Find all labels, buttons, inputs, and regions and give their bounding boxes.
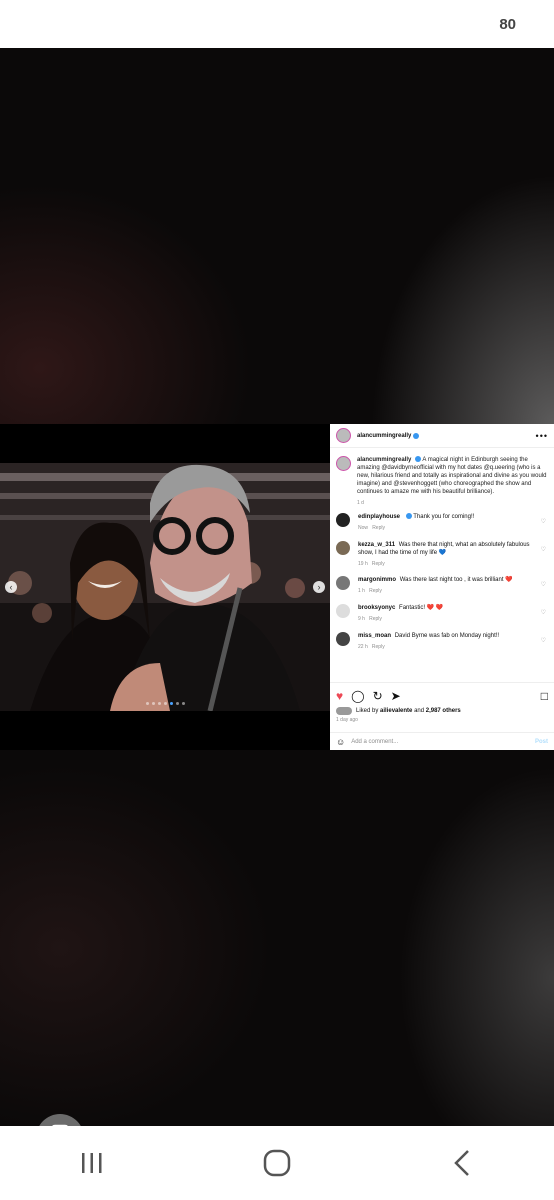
verified-badge-icon <box>413 432 420 439</box>
carousel-dot <box>158 702 161 705</box>
recents-button[interactable] <box>62 1133 122 1193</box>
post-header: alancummingreally ••• <box>330 424 554 448</box>
more-horizontal-icon[interactable]: ••• <box>536 431 548 441</box>
comment-time: 19 h <box>358 561 368 567</box>
comment-time: 22 h <box>358 644 368 650</box>
comment-time: 9 h <box>358 616 365 622</box>
comment-time: 1 h <box>358 588 365 594</box>
heart-icon[interactable]: ♥ <box>336 689 343 703</box>
verified-badge-icon <box>415 456 422 463</box>
post-caption: alancummingreally A magical night in Edi… <box>330 448 554 507</box>
reply-button[interactable]: Reply <box>369 616 382 622</box>
add-comment-input[interactable]: Add a comment... <box>351 739 398 745</box>
carousel-dot <box>176 702 179 705</box>
caption-body: alancummingreally A magical night in Edi… <box>357 456 548 507</box>
comment-username[interactable]: kezza_w_311 <box>358 542 395 548</box>
post-photo[interactable]: ‹ › <box>0 463 330 711</box>
comment-username[interactable]: edinplayhouse <box>358 514 400 520</box>
navigation-bar <box>0 1126 554 1200</box>
comment-username[interactable]: margonimmo <box>358 577 396 583</box>
comment-text: Was there last night too , it was brilli… <box>399 577 513 583</box>
comment-like-icon[interactable]: ♡ <box>541 581 546 588</box>
comment-avatar[interactable] <box>336 513 350 527</box>
carousel-dot <box>182 702 185 705</box>
home-button[interactable] <box>247 1133 307 1193</box>
comment-like-icon[interactable]: ♡ <box>541 609 546 616</box>
avatar[interactable] <box>336 428 351 443</box>
comment-avatar[interactable] <box>336 632 350 646</box>
reply-button[interactable]: Reply <box>372 525 385 531</box>
comment-username[interactable]: miss_moan <box>358 633 391 639</box>
carousel-indicators <box>146 702 185 705</box>
home-icon <box>263 1149 291 1177</box>
back-button[interactable] <box>432 1133 492 1193</box>
comment-icon[interactable]: ◯ <box>351 689 364 703</box>
carousel-dot <box>152 702 155 705</box>
comment-text: David Byrne was fab on Monday night!! <box>394 633 500 639</box>
comment-avatar[interactable] <box>336 604 350 618</box>
comment-item: miss_moan David Byrne was fab on Monday … <box>336 632 548 652</box>
comment-username[interactable]: brooksyonyc <box>358 605 395 611</box>
caption-avatar[interactable] <box>336 456 351 471</box>
photo-illustration <box>0 463 330 711</box>
send-icon[interactable]: ➤ <box>391 689 401 703</box>
post-panel: alancummingreally ••• alancummingreally … <box>330 424 554 750</box>
battery-level: 80 <box>499 16 516 33</box>
comment-text: Fantastic! ❤️ ❤️ <box>399 605 444 611</box>
bookmark-icon[interactable]: □ <box>541 689 548 703</box>
caption-time: 1 d <box>357 500 364 506</box>
carousel-prev-button[interactable]: ‹ <box>5 581 17 593</box>
comment-like-icon[interactable]: ♡ <box>541 546 546 553</box>
reply-button[interactable]: Reply <box>372 644 385 650</box>
carousel-next-button[interactable]: › <box>313 581 325 593</box>
reply-button[interactable]: Reply <box>372 561 385 567</box>
comments-list: edinplayhouse Thank you for coming!! Now… <box>330 507 554 652</box>
comment-item: edinplayhouse Thank you for coming!! Now… <box>336 513 548 533</box>
comment-like-icon[interactable]: ♡ <box>541 518 546 525</box>
add-comment-bar: ☺ Add a comment... Post <box>330 732 554 750</box>
post-username[interactable]: alancummingreally <box>357 433 411 439</box>
comment-item: brooksyonyc Fantastic! ❤️ ❤️ 9 h Reply ♡ <box>336 604 548 624</box>
likes-and: and <box>414 708 425 714</box>
reply-button[interactable]: Reply <box>369 588 382 594</box>
share-icon[interactable]: ↻ <box>373 689 383 703</box>
verified-badge-icon <box>405 513 412 520</box>
carousel-dot <box>164 702 167 705</box>
recents-icon <box>82 1153 102 1173</box>
comment-avatar[interactable] <box>336 541 350 555</box>
likes-count[interactable]: 2,987 others <box>426 708 461 714</box>
carousel-dot <box>146 702 149 705</box>
comment-like-icon[interactable]: ♡ <box>541 637 546 644</box>
comment-item: margonimmo Was there last night too , it… <box>336 576 548 596</box>
comment-time: Now <box>358 525 369 531</box>
back-icon <box>453 1150 469 1176</box>
comment-text: Thank you for coming!! <box>413 514 475 520</box>
likes-line: Liked by ailievalente and 2,987 others <box>330 703 554 715</box>
post-actions: ♥ ◯ ↻ ➤ □ Liked by ailievalente and 2,98… <box>330 682 554 750</box>
status-bar: 80 <box>0 0 554 48</box>
likes-user[interactable]: ailievalente <box>380 708 412 714</box>
liker-avatars <box>336 707 352 715</box>
comment-item: kezza_w_311 Was there that night, what a… <box>336 541 548 568</box>
likes-prefix: Liked by <box>356 708 379 714</box>
caption-username[interactable]: alancummingreally <box>357 457 411 463</box>
emoji-icon[interactable]: ☺ <box>336 737 345 747</box>
comment-avatar[interactable] <box>336 576 350 590</box>
post-time: 1 day ago <box>336 717 358 723</box>
post-comment-button[interactable]: Post <box>535 739 548 745</box>
carousel-dot-active <box>170 702 173 705</box>
